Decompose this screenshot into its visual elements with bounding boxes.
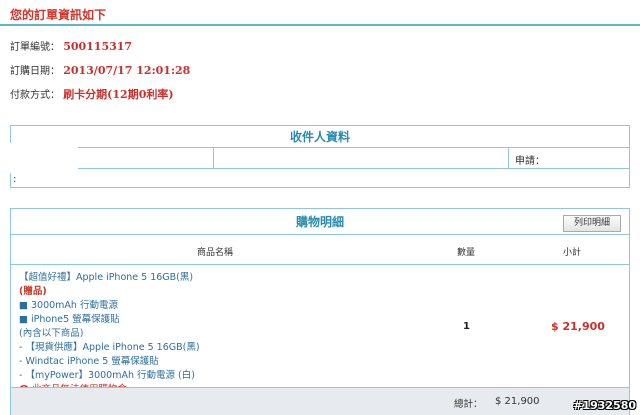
recipient-title: 收件人資料 bbox=[11, 126, 629, 148]
order-number-row: 訂單編號： 500115317 bbox=[10, 38, 132, 53]
bundle-item: - 【myPower】3000mAh 行動電源 (白) bbox=[19, 370, 195, 381]
recipient-row: 申請： bbox=[11, 148, 629, 169]
bundle-item: - 【現貨供應】Apple iPhone 5 16GB(黑) bbox=[19, 342, 200, 353]
redaction-block bbox=[0, 143, 78, 173]
header-bar: 您的訂單資訊如下 bbox=[0, 0, 640, 26]
print-details-button[interactable]: 列印明細 bbox=[563, 215, 621, 232]
col-quantity: 數量 bbox=[457, 248, 476, 258]
product-link[interactable]: 【超值好禮】Apple iPhone 5 16GB(黑) bbox=[19, 269, 193, 283]
cart-title: 購物明細 bbox=[11, 209, 629, 235]
recipient-phone-cell bbox=[214, 148, 509, 169]
watermark: #1932580 bbox=[573, 399, 636, 412]
gift-item: ■ iPhone5 螢幕保護貼 bbox=[19, 314, 120, 325]
cart-panel: 購物明細 列印明細 商品名稱 數量 小計 【超值好禮】Apple iPhone … bbox=[10, 208, 630, 415]
col-subtotal: 小計 bbox=[563, 248, 582, 258]
order-date-label: 訂購日期： bbox=[10, 66, 60, 77]
order-number-label: 訂單編號： bbox=[10, 42, 60, 53]
gift-item: ■ 3000mAh 行動電源 bbox=[19, 300, 118, 311]
total-value: $ 21,900 bbox=[495, 396, 540, 407]
payment-row: 付款方式： 刷卡分期(12期0利率) bbox=[10, 86, 174, 102]
payment-label: 付款方式： bbox=[10, 90, 60, 101]
recipient-panel: 收件人資料 申請： : bbox=[10, 125, 630, 188]
bundle-item: - Windtac iPhone 5 螢幕保護貼 bbox=[19, 356, 159, 367]
order-number: 500115317 bbox=[63, 40, 133, 53]
order-date-row: 訂購日期： 2013/07/17 12:01:28 bbox=[10, 62, 190, 77]
gift-label: (贈品) bbox=[19, 286, 47, 297]
note-label: 申請： bbox=[515, 156, 545, 167]
address-colon: : bbox=[13, 174, 17, 185]
order-date: 2013/07/17 12:01:28 bbox=[63, 64, 191, 77]
payment-method: 刷卡分期(12期0利率) bbox=[63, 88, 174, 101]
total-label: 總計： bbox=[454, 399, 483, 410]
item-subtotal: $ 21,900 bbox=[551, 320, 605, 333]
total-bar: 總計： $ 21,900 bbox=[11, 387, 629, 415]
page-title: 您的訂單資訊如下 bbox=[10, 8, 107, 22]
bundle-label: (內含以下商品) bbox=[19, 328, 84, 339]
header-divider bbox=[11, 264, 629, 265]
col-product-name: 商品名稱 bbox=[197, 248, 234, 258]
item-quantity: 1 bbox=[463, 321, 470, 332]
